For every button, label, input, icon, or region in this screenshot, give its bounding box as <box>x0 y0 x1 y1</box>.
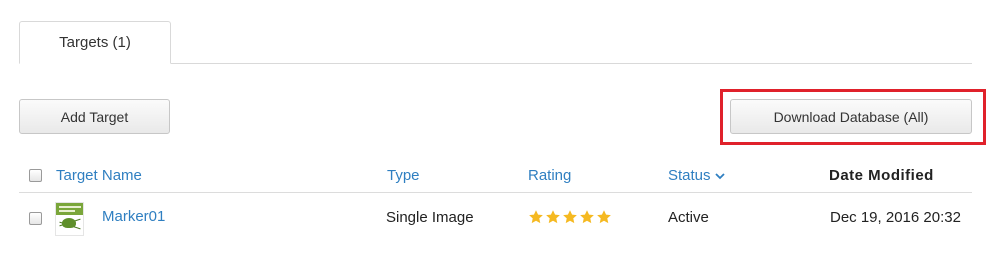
table-header: Target Name Type Rating Status Date Modi… <box>19 161 972 193</box>
column-header-status-label: Status <box>668 167 711 184</box>
column-header-rating[interactable]: Rating <box>528 167 571 184</box>
column-header-date-modified: Date Modified <box>829 167 934 184</box>
table-row: Marker01 Single Image Active Dec 19, 201… <box>19 196 972 240</box>
star-icon <box>529 210 543 224</box>
target-name-link[interactable]: Marker01 <box>102 208 165 225</box>
star-icon <box>580 210 594 224</box>
column-header-type[interactable]: Type <box>387 167 420 184</box>
column-header-target-name[interactable]: Target Name <box>56 167 142 184</box>
star-icon <box>546 210 560 224</box>
date-modified-value: Dec 19, 2016 20:32 <box>830 209 961 226</box>
chevron-down-icon <box>714 172 725 179</box>
download-database-button[interactable]: Download Database (All) <box>730 99 972 134</box>
tab-targets-label: Targets (1) <box>59 34 131 51</box>
star-icon <box>563 210 577 224</box>
download-database-label: Download Database (All) <box>773 108 929 125</box>
add-target-button[interactable]: Add Target <box>19 99 170 134</box>
tab-targets[interactable]: Targets (1) <box>19 21 171 64</box>
tab-bar: Targets (1) <box>19 21 972 64</box>
select-all-checkbox[interactable] <box>29 169 42 182</box>
column-header-status[interactable]: Status <box>668 167 725 184</box>
row-checkbox[interactable] <box>29 212 42 225</box>
add-target-label: Add Target <box>60 108 129 125</box>
status-value: Active <box>668 209 709 226</box>
target-thumbnail <box>55 202 84 236</box>
target-type: Single Image <box>386 209 474 226</box>
star-icon <box>597 210 611 224</box>
rating-stars <box>528 209 612 225</box>
